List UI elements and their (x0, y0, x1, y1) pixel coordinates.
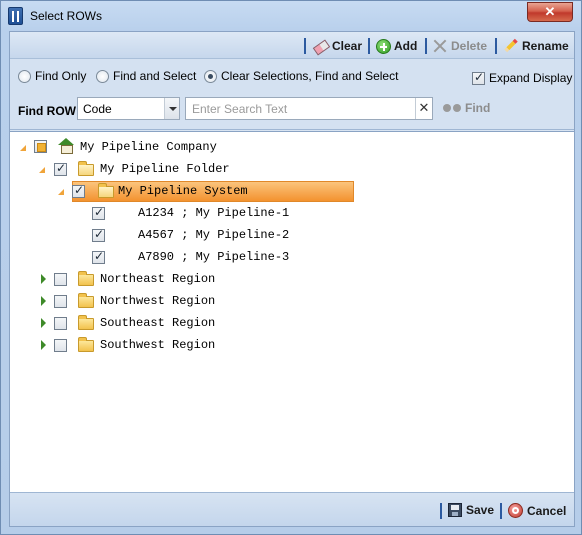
cancel-button[interactable]: Cancel (508, 503, 566, 518)
radio-clear-find-select[interactable]: Clear Selections, Find and Select (204, 69, 398, 83)
title-bar[interactable]: Select ROWs ✕ (1, 1, 581, 31)
delete-label: Delete (451, 39, 488, 53)
add-icon (376, 38, 391, 54)
cancel-icon (508, 503, 523, 518)
expander-closed-icon[interactable] (41, 296, 46, 306)
pipeline-app-icon (8, 7, 23, 25)
expander-closed-icon[interactable] (41, 274, 46, 284)
folder-icon (78, 337, 94, 352)
tree-item-root[interactable]: My Pipeline Company (80, 137, 217, 157)
find-field-select[interactable]: Code (77, 97, 180, 120)
tree-checkbox[interactable] (72, 183, 85, 198)
add-button[interactable]: Add (376, 37, 417, 55)
tree-checkbox[interactable] (54, 317, 67, 330)
delete-icon (432, 38, 448, 54)
folder-icon (78, 293, 94, 308)
tree-item-region[interactable]: Southwest Region (100, 335, 215, 355)
radio-button[interactable] (204, 69, 217, 83)
tree-item-region[interactable]: Northwest Region (100, 291, 215, 311)
toolbar: Clear Add Delete Rename (10, 32, 574, 59)
radio-button[interactable] (96, 69, 109, 83)
radio-find-only[interactable]: Find Only (18, 69, 86, 83)
radio-find-and-select[interactable]: Find and Select (96, 69, 196, 83)
dialog-content: Clear Add Delete Rename Find Only Find a… (9, 31, 575, 527)
search-input[interactable] (185, 97, 433, 120)
folder-open-icon (78, 161, 94, 176)
tree-checkbox[interactable] (54, 161, 67, 176)
radio-find-only-label: Find Only (35, 69, 87, 83)
clear-search-icon[interactable]: ✕ (415, 98, 432, 119)
search-options-panel: Find Only Find and Select Clear Selectio… (10, 59, 574, 130)
expander-open-icon[interactable] (39, 167, 45, 173)
eraser-icon (313, 38, 329, 54)
tree-checkbox[interactable] (34, 140, 47, 153)
tree-checkbox[interactable] (54, 273, 67, 286)
clear-button[interactable]: Clear (313, 37, 362, 55)
toolbar-separator (368, 38, 370, 54)
save-icon (448, 503, 462, 517)
radio-clear-find-select-label: Clear Selections, Find and Select (221, 69, 399, 83)
tree-item-region[interactable]: Northeast Region (100, 269, 215, 289)
tree-checkbox[interactable] (92, 205, 105, 220)
dialog-footer: Save Cancel (10, 492, 574, 526)
expander-open-icon[interactable] (58, 189, 64, 195)
folder-open-icon (98, 183, 114, 198)
expand-display-checkbox[interactable] (472, 70, 485, 85)
tree-item-pipeline[interactable]: A1234 ; My Pipeline-1 (138, 203, 289, 223)
toolbar-separator (425, 38, 427, 54)
toolbar-separator (495, 38, 497, 54)
rename-button[interactable]: Rename (503, 37, 569, 55)
chevron-down-icon[interactable] (164, 98, 179, 119)
footer-separator (500, 503, 502, 519)
tree-item-region[interactable]: Southeast Region (100, 313, 215, 333)
pencil-icon (503, 38, 519, 54)
binoculars-icon (443, 102, 461, 114)
add-label: Add (394, 39, 418, 53)
cancel-label: Cancel (527, 503, 567, 518)
expander-open-icon[interactable] (20, 145, 26, 151)
expander-closed-icon[interactable] (41, 340, 46, 350)
tree-item-pipeline[interactable]: A4567 ; My Pipeline-2 (138, 225, 289, 245)
rename-label: Rename (522, 39, 569, 53)
close-button[interactable]: ✕ (527, 2, 573, 22)
select-rows-dialog: Select ROWs ✕ Clear Add Delete Rename Fi… (0, 0, 582, 535)
footer-separator (440, 503, 442, 519)
tree-checkbox[interactable] (54, 339, 67, 352)
tree-checkbox[interactable] (92, 227, 105, 242)
save-label: Save (466, 503, 495, 517)
find-row-label: Find ROW (18, 104, 76, 118)
radio-find-and-select-label: Find and Select (113, 69, 197, 83)
radio-button[interactable] (18, 69, 31, 83)
save-button[interactable]: Save (448, 503, 494, 517)
find-button[interactable]: Find (443, 101, 490, 115)
expander-closed-icon[interactable] (41, 318, 46, 328)
find-field-value: Code (83, 102, 112, 116)
tree-checkbox[interactable] (92, 249, 105, 264)
tree-item-folder[interactable]: My Pipeline Folder (100, 159, 230, 179)
home-icon (58, 138, 74, 154)
expand-display-toggle[interactable]: Expand Display (472, 70, 573, 85)
clear-label: Clear (332, 39, 363, 53)
expand-display-label: Expand Display (489, 71, 573, 85)
row-tree: My Pipeline Company My Pipeline Folder M… (10, 131, 574, 492)
tree-item-system[interactable]: My Pipeline System (118, 181, 248, 201)
folder-icon (78, 315, 94, 330)
toolbar-separator (304, 38, 306, 54)
window-title: Select ROWs (30, 9, 103, 23)
folder-icon (78, 271, 94, 286)
find-label: Find (465, 101, 491, 115)
tree-item-pipeline[interactable]: A7890 ; My Pipeline-3 (138, 247, 289, 267)
delete-button[interactable]: Delete (432, 37, 487, 55)
tree-checkbox[interactable] (54, 295, 67, 308)
